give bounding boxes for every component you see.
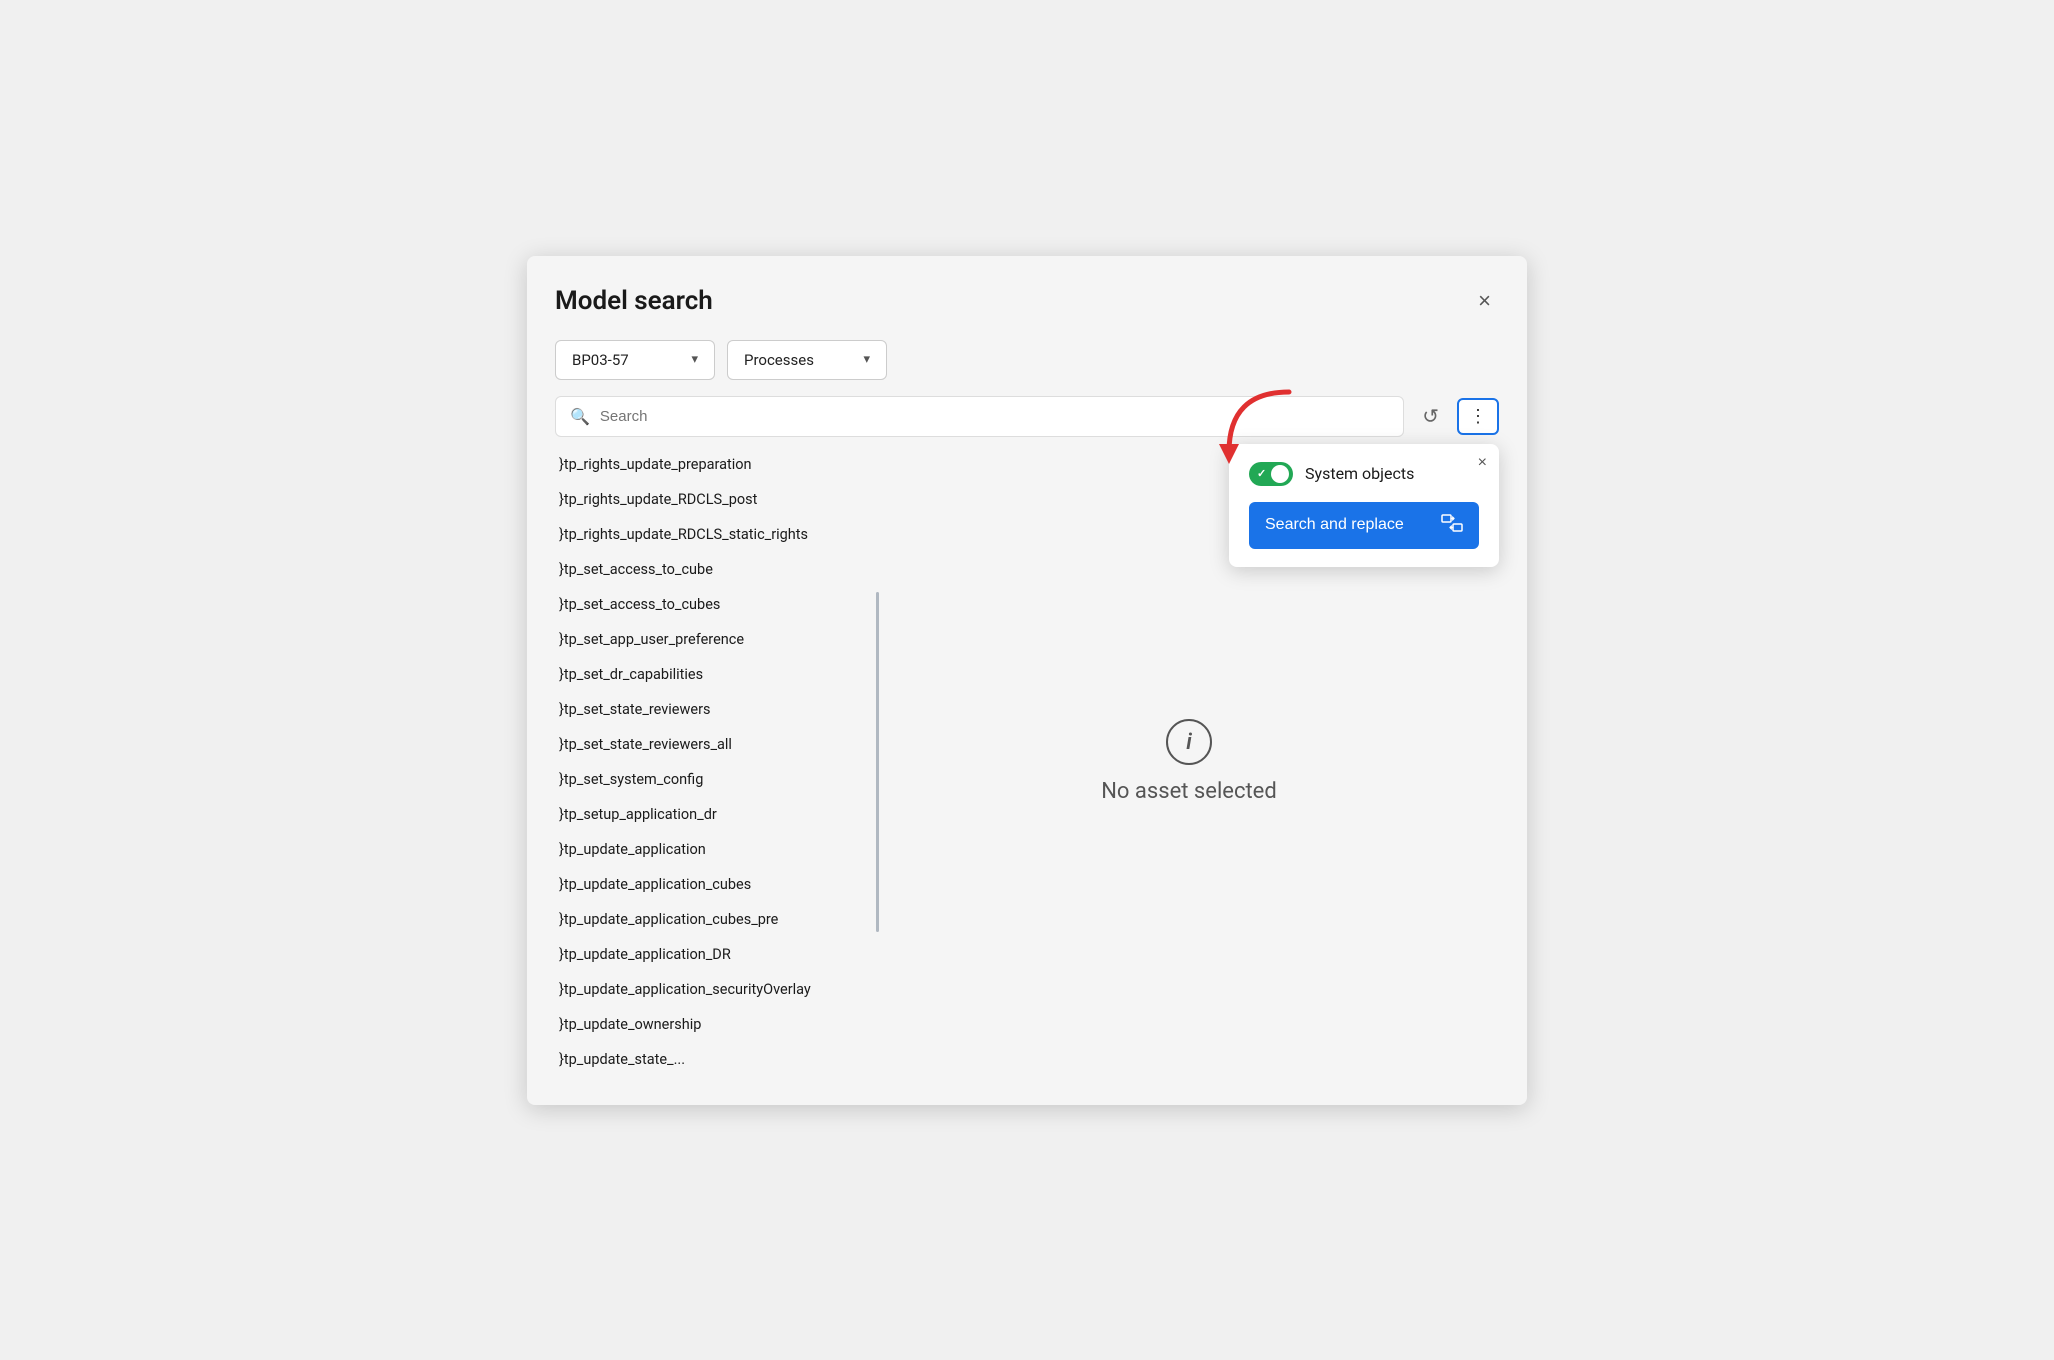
list-item[interactable]: }tp_setup_application_dr: [555, 797, 875, 832]
no-asset-label: No asset selected: [1101, 779, 1277, 804]
refresh-button[interactable]: ↺: [1414, 398, 1447, 435]
list-item[interactable]: }tp_set_app_user_preference: [555, 622, 875, 657]
list-item[interactable]: }tp_rights_update_RDCLS_static_rights: [555, 517, 875, 552]
category-dropdown-value: Processes: [744, 351, 814, 369]
list-item[interactable]: }tp_update_application_cubes_pre: [555, 902, 875, 937]
list-item[interactable]: }tp_rights_update_RDCLS_post: [555, 482, 875, 517]
list-item[interactable]: }tp_rights_update_preparation: [555, 447, 875, 482]
modal-header: Model search ×: [555, 284, 1499, 318]
list-item[interactable]: }tp_set_dr_capabilities: [555, 657, 875, 692]
list-item[interactable]: }tp_update_application_DR: [555, 937, 875, 972]
system-objects-row: ✓ System objects: [1249, 462, 1479, 486]
list-item[interactable]: }tp_update_state_...: [555, 1042, 875, 1077]
list-item[interactable]: }tp_set_state_reviewers: [555, 692, 875, 727]
list-item[interactable]: }tp_update_application: [555, 832, 875, 867]
list-panel: }tp_rights_update_preparation}tp_rights_…: [555, 447, 875, 1077]
modal-title: Model search: [555, 286, 713, 316]
divider-bar: [876, 592, 879, 932]
search-icon: 🔍: [570, 407, 590, 426]
more-options-button[interactable]: ⋮: [1457, 398, 1499, 435]
search-replace-label: Search and replace: [1265, 516, 1404, 534]
chevron-down-icon: ▾: [691, 352, 698, 367]
project-dropdown-value: BP03-57: [572, 351, 629, 369]
system-objects-toggle[interactable]: ✓: [1249, 462, 1293, 486]
list-item[interactable]: }tp_update_ownership: [555, 1007, 875, 1042]
list-item[interactable]: }tp_update_application_securityOverlay: [555, 972, 875, 1007]
search-replace-icon: [1441, 514, 1463, 537]
list-item[interactable]: }tp_update_application_cubes: [555, 867, 875, 902]
panel-divider: [875, 447, 879, 1077]
search-input[interactable]: [600, 408, 1389, 425]
search-box: 🔍: [555, 396, 1404, 437]
list-item[interactable]: }tp_set_state_reviewers_all: [555, 727, 875, 762]
search-row: 🔍 ↺ ⋮ × ✓ System ob: [555, 396, 1499, 437]
toggle-thumb: [1271, 465, 1289, 483]
toggle-track: ✓: [1249, 462, 1293, 486]
info-icon: i: [1166, 719, 1212, 765]
popup-close-button[interactable]: ×: [1478, 454, 1487, 472]
toggle-check-icon: ✓: [1257, 467, 1266, 480]
dropdowns-row: BP03-57 ▾ Processes ▾: [555, 340, 1499, 380]
project-dropdown[interactable]: BP03-57 ▾: [555, 340, 715, 380]
system-objects-label: System objects: [1305, 464, 1414, 483]
chevron-down-icon: ▾: [863, 352, 870, 367]
list-item[interactable]: }tp_set_system_config: [555, 762, 875, 797]
options-popup: × ✓ System objects Search and replace: [1229, 444, 1499, 567]
modal-container: Model search × BP03-57 ▾ Processes ▾ 🔍 ↺…: [527, 256, 1527, 1105]
list-item[interactable]: }tp_set_access_to_cube: [555, 552, 875, 587]
modal-close-button[interactable]: ×: [1470, 284, 1499, 318]
search-and-replace-button[interactable]: Search and replace: [1249, 502, 1479, 549]
category-dropdown[interactable]: Processes ▾: [727, 340, 887, 380]
list-item[interactable]: }tp_set_access_to_cubes: [555, 587, 875, 622]
